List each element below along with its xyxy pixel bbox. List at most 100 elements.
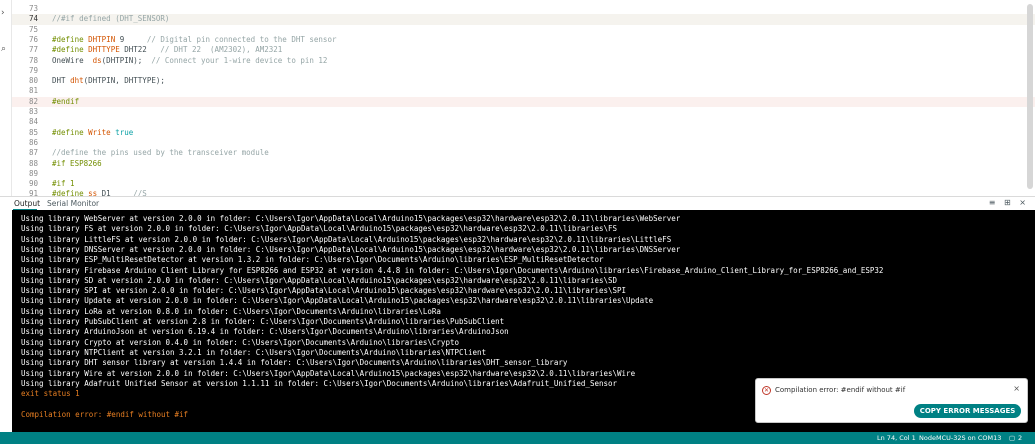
copy-error-messages-button[interactable]: COPY ERROR MESSAGES bbox=[914, 404, 1021, 418]
search-icon[interactable]: ⌕ bbox=[1, 44, 6, 54]
code-token: ss bbox=[88, 189, 98, 196]
line-number: 79 bbox=[28, 65, 38, 75]
editor-line[interactable]: 85 #define Write true bbox=[12, 128, 1035, 138]
line-number: 75 bbox=[28, 24, 38, 34]
output-line: Using library LoRa at version 0.8.0 in f… bbox=[21, 306, 441, 316]
editor-line[interactable]: 74 //#if defined (DHT_SENSOR) bbox=[12, 14, 1035, 25]
close-icon[interactable]: × bbox=[1013, 384, 1020, 393]
output-line: Using library NTPClient at version 3.2.1… bbox=[21, 347, 487, 357]
editor-line[interactable]: 86 bbox=[12, 138, 1035, 148]
status-bar: Ln 74, Col 1 NodeMCU-32S on COM13 ▢ 2 bbox=[0, 432, 1035, 444]
editor-line[interactable]: 76 #define DHTPIN 9 // Digital pin connec… bbox=[12, 35, 1035, 45]
editor-scrollbar[interactable] bbox=[1027, 4, 1033, 189]
output-line: Using library SPI at version 2.0.0 in fo… bbox=[21, 286, 627, 296]
editor-line[interactable]: 83 bbox=[12, 107, 1035, 117]
code-token: #define bbox=[52, 34, 89, 44]
code-token: #if ESP8266 bbox=[52, 158, 102, 168]
code-token: ds bbox=[92, 55, 102, 65]
editor-line[interactable]: 84 bbox=[12, 117, 1035, 127]
code-token: dht bbox=[70, 76, 84, 86]
output-line: Compilation error: #endif without #if bbox=[21, 409, 189, 419]
editor-line[interactable]: 88 #if ESP8266 bbox=[12, 159, 1035, 169]
output-line: Using library ESP_MultiResetDetector at … bbox=[21, 255, 604, 265]
code-token: OneWire bbox=[52, 55, 93, 65]
code-token: 9 bbox=[115, 34, 147, 44]
editor-line[interactable]: 82 #endif bbox=[12, 96, 1035, 107]
line-number: 82 bbox=[28, 96, 38, 106]
output-line: Using library PubSubClient at version 2.… bbox=[21, 317, 505, 326]
line-number: 77 bbox=[28, 45, 38, 55]
code-token: #endif bbox=[52, 96, 80, 106]
editor-line[interactable]: 78 OneWire ds(DHTPIN); // Connect your 1-… bbox=[12, 56, 1035, 66]
editor-line[interactable]: 73 bbox=[12, 4, 1035, 14]
code-token: DHTTYPE bbox=[88, 45, 120, 55]
code-text: //define the pins used by the transceive… bbox=[52, 148, 269, 158]
code-token: (DHTPIN); bbox=[101, 55, 152, 65]
line-number: 85 bbox=[28, 127, 38, 137]
tab-serial-monitor[interactable]: Serial Monitor bbox=[47, 199, 99, 208]
code-token: DHT bbox=[52, 76, 71, 86]
code-token: true bbox=[110, 127, 134, 137]
code-editor[interactable]: 73 74 //#if defined (DHT_SENSOR) 75 76 #defin… bbox=[12, 0, 1035, 196]
code-token: #if 1 bbox=[52, 179, 75, 189]
code-text: #define DHTTYPE DHT22 // DHT 22 (AM2302)… bbox=[52, 45, 282, 55]
line-number: 87 bbox=[28, 148, 38, 158]
code-text: #define Write true bbox=[52, 128, 133, 138]
editor-line[interactable]: 87 //define the pins used by the transcei… bbox=[12, 148, 1035, 158]
line-number: 90 bbox=[28, 179, 38, 189]
bell-icon[interactable]: ▢ bbox=[1009, 432, 1015, 444]
editor-line[interactable]: 75 bbox=[12, 25, 1035, 35]
line-number: 80 bbox=[28, 76, 38, 86]
code-token: #define bbox=[52, 189, 89, 196]
code-token: // Digital pin connected to the DHT sens… bbox=[146, 34, 337, 44]
tab-output[interactable]: Output bbox=[14, 199, 40, 208]
notification-count[interactable]: 2 bbox=[1018, 432, 1022, 444]
output-line: exit status 1 bbox=[21, 389, 80, 399]
editor-line[interactable]: 90 #if 1 bbox=[12, 179, 1035, 189]
output-line: Using library Wire at version 2.0.0 in f… bbox=[21, 368, 636, 378]
code-token: (DHTPIN, DHTTYPE); bbox=[83, 76, 165, 86]
editor-line[interactable]: 91 #define ss D1 //S bbox=[12, 189, 1035, 196]
code-token: D1 bbox=[97, 189, 134, 196]
output-line: Using library ArduinoJson at version 6.1… bbox=[21, 327, 509, 337]
board-selector[interactable]: NodeMCU-32S on COM13 bbox=[919, 432, 1001, 444]
code-token: #define bbox=[52, 45, 89, 55]
cursor-position[interactable]: Ln 74, Col 1 bbox=[877, 432, 916, 444]
editor-line[interactable]: 79 bbox=[12, 66, 1035, 76]
code-token: //S bbox=[133, 189, 147, 196]
output-line: Using library SD at version 2.0.0 in fol… bbox=[21, 275, 618, 285]
code-text: OneWire ds(DHTPIN); // Connect your 1-wi… bbox=[52, 56, 327, 66]
line-number: 89 bbox=[28, 168, 38, 178]
code-text: #define ss D1 //S bbox=[52, 189, 147, 196]
output-line: Using library LittleFS at version 2.0.0 … bbox=[21, 234, 672, 244]
code-token: #define bbox=[52, 127, 89, 137]
output-line: Using library FS at version 2.0.0 in fol… bbox=[21, 224, 618, 234]
code-token: DHTPIN bbox=[88, 34, 116, 44]
panel-actions-icons[interactable]: ≡ ⊞ ⨯ bbox=[989, 198, 1029, 207]
code-token: Write bbox=[88, 127, 111, 137]
code-text: #endif bbox=[52, 97, 79, 107]
notification-message: Compilation error: #endif without #if bbox=[775, 386, 906, 394]
line-number: 78 bbox=[28, 55, 38, 65]
code-text: DHT dht(DHTPIN, DHTTYPE); bbox=[52, 76, 165, 86]
code-text: #define DHTPIN 9 // Digital pin connecte… bbox=[52, 35, 336, 45]
editor-line[interactable]: 80 DHT dht(DHTPIN, DHTTYPE); bbox=[12, 76, 1035, 86]
line-number: 73 bbox=[28, 4, 38, 13]
output-line: Using library DNSServer at version 2.0.0… bbox=[21, 244, 681, 254]
editor-line[interactable]: 89 bbox=[12, 169, 1035, 179]
code-token: DHT22 bbox=[119, 45, 161, 55]
line-number: 74 bbox=[28, 14, 38, 24]
code-token: // Connect your 1-wire device to pin 12 bbox=[151, 55, 328, 65]
activity-bar: › ⌕ bbox=[0, 0, 12, 196]
line-number: 86 bbox=[28, 137, 38, 147]
output-line: Using library Update at version 2.0.0 in… bbox=[21, 296, 654, 306]
code-text: #if 1 bbox=[52, 179, 75, 189]
editor-line[interactable]: 77 #define DHTTYPE DHT22 // DHT 22 (AM230… bbox=[12, 45, 1035, 55]
line-number: 76 bbox=[28, 34, 38, 44]
output-line: Using library Crypto at version 0.4.0 in… bbox=[21, 337, 459, 347]
editor-line[interactable]: 81 bbox=[12, 86, 1035, 96]
output-line: Using library WebServer at version 2.0.0… bbox=[21, 214, 681, 223]
chevron-right-icon[interactable]: › bbox=[1, 8, 5, 18]
panel-tab-bar: Output Serial Monitor ≡ ⊞ ⨯ bbox=[0, 196, 1035, 210]
code-text: //#if defined (DHT_SENSOR) bbox=[52, 14, 169, 24]
